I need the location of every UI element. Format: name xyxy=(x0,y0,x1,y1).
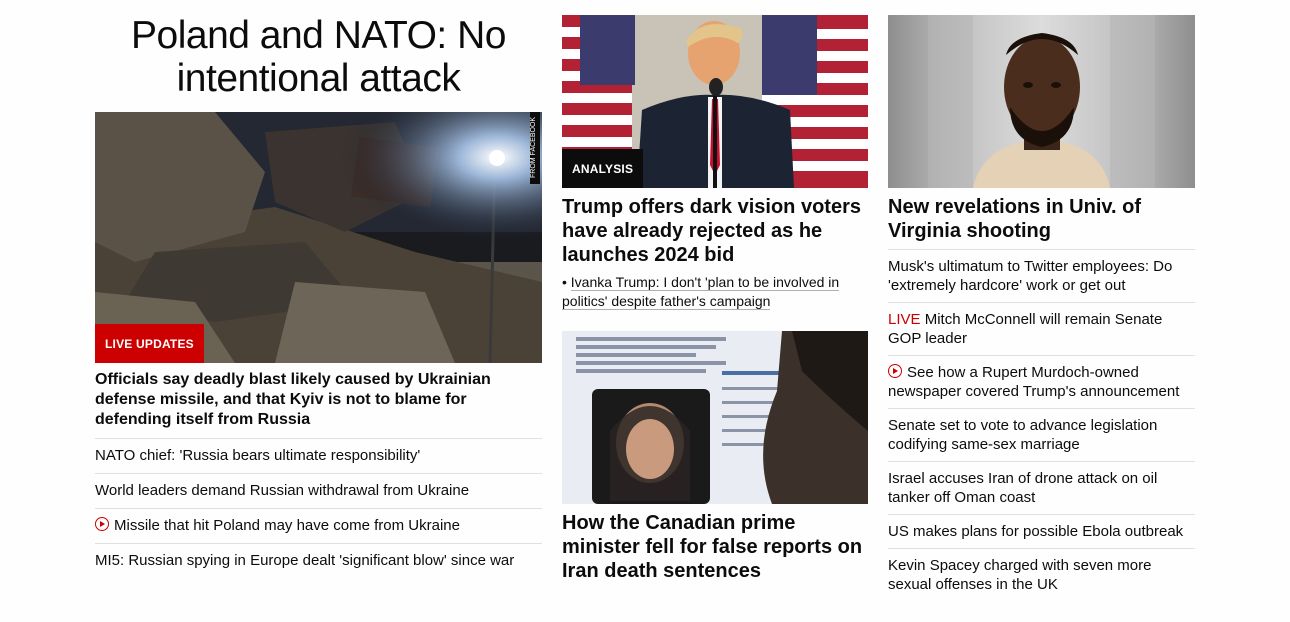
image-credit-strip: FROM FACEBOOK xyxy=(530,112,540,184)
bullet: • xyxy=(562,274,567,290)
list-item[interactable]: World leaders demand Russian withdrawal … xyxy=(95,473,542,508)
lead-headline[interactable]: Poland and NATO: No intentional attack xyxy=(95,14,542,100)
canada-story-title[interactable]: How the Canadian prime minister fell for… xyxy=(562,511,868,583)
link-text: Missile that hit Poland may have come fr… xyxy=(114,517,460,534)
list-item[interactable]: NATO chief: 'Russia bears ultimate respo… xyxy=(95,438,542,473)
list-item[interactable]: US makes plans for possible Ebola outbre… xyxy=(888,514,1195,548)
link-text: Israel accuses Iran of drone attack on o… xyxy=(888,470,1158,506)
video-play-icon xyxy=(95,517,109,531)
analysis-badge: ANALYSIS xyxy=(562,149,644,188)
link-text: Musk's ultimatum to Twitter employees: D… xyxy=(888,258,1173,294)
uva-story-image[interactable] xyxy=(888,15,1195,188)
center-column: ANALYSIS Trump offers dark vision voters… xyxy=(562,15,868,589)
mugshot-photo xyxy=(888,15,1195,188)
list-item[interactable]: See how a Rupert Murdoch-owned newspaper… xyxy=(888,355,1195,408)
link-text: Kevin Spacey charged with seven more sex… xyxy=(888,557,1152,593)
headline-list: Musk's ultimatum to Twitter employees: D… xyxy=(888,249,1195,601)
trump-story-image[interactable]: ANALYSIS xyxy=(562,15,868,188)
trump-story-title[interactable]: Trump offers dark vision voters have alr… xyxy=(562,195,868,267)
link-text: Mitch McConnell will remain Senate GOP l… xyxy=(888,311,1163,347)
image-credit: FROM FACEBOOK xyxy=(530,116,537,178)
link-text: NATO chief: 'Russia bears ultimate respo… xyxy=(95,447,421,464)
link-text: US makes plans for possible Ebola outbre… xyxy=(888,523,1184,540)
list-item[interactable]: Musk's ultimatum to Twitter employees: D… xyxy=(888,249,1195,302)
link-text: MI5: Russian spying in Europe dealt 'sig… xyxy=(95,552,515,569)
link-text: See how a Rupert Murdoch-owned newspaper… xyxy=(888,364,1180,400)
lead-related-links: NATO chief: 'Russia bears ultimate respo… xyxy=(95,438,542,578)
list-item[interactable]: LIVE Mitch McConnell will remain Senate … xyxy=(888,302,1195,355)
list-item[interactable]: Senate set to vote to advance legislatio… xyxy=(888,408,1195,461)
link-text: Senate set to vote to advance legislatio… xyxy=(888,417,1158,453)
phone-screen-photo xyxy=(562,331,868,504)
list-item[interactable]: Missile that hit Poland may have come fr… xyxy=(95,508,542,543)
right-column: New revelations in Univ. of Virginia sho… xyxy=(888,15,1195,601)
lead-story-image[interactable]: FROM FACEBOOK LIVE UPDATES xyxy=(95,112,542,363)
canada-story-image[interactable] xyxy=(562,331,868,504)
list-item[interactable]: Kevin Spacey charged with seven more sex… xyxy=(888,548,1195,601)
live-label: LIVE xyxy=(888,311,921,328)
video-play-icon xyxy=(888,364,902,378)
list-item[interactable]: Israel accuses Iran of drone attack on o… xyxy=(888,461,1195,514)
link-text: World leaders demand Russian withdrawal … xyxy=(95,482,470,499)
lead-story-column: Poland and NATO: No intentional attack F… xyxy=(95,14,542,578)
list-item[interactable]: MI5: Russian spying in Europe dealt 'sig… xyxy=(95,543,542,578)
trump-related-link[interactable]: • Ivanka Trump: I don't 'plan to be invo… xyxy=(562,273,868,311)
live-updates-badge: LIVE UPDATES xyxy=(95,324,204,363)
lead-story-title[interactable]: Officials say deadly blast likely caused… xyxy=(95,370,542,430)
uva-story-title[interactable]: New revelations in Univ. of Virginia sho… xyxy=(888,195,1195,243)
related-link-text: Ivanka Trump: I don't 'plan to be involv… xyxy=(562,274,840,310)
